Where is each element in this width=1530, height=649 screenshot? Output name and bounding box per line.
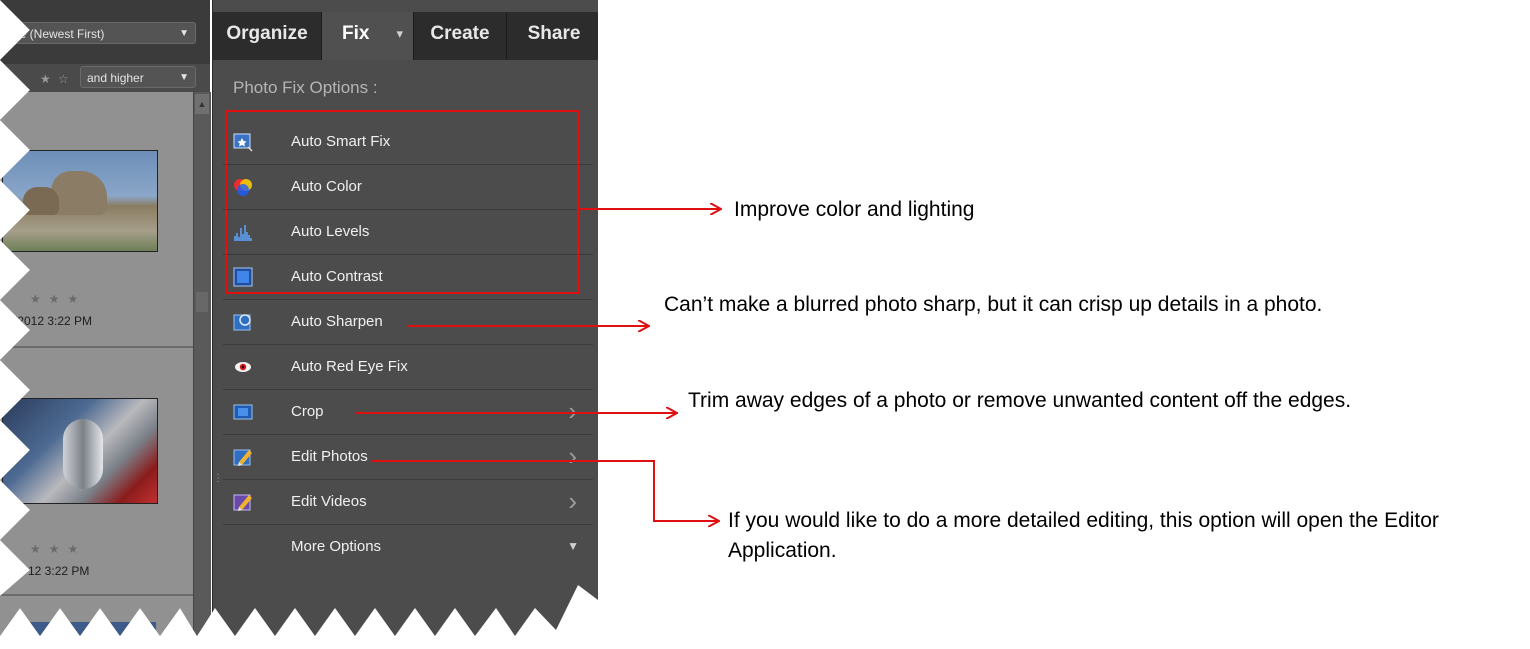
annotation-improve: Improve color and lighting — [734, 198, 975, 221]
annotation-crop: Trim away edges of a photo or remove unw… — [688, 389, 1352, 412]
annotation-edit: If you would like to do a more detailed … — [728, 509, 1439, 562]
annotation-sharpen: Can’t make a blurred photo sharp, but it… — [664, 293, 1323, 316]
arrow-edit — [372, 460, 718, 521]
